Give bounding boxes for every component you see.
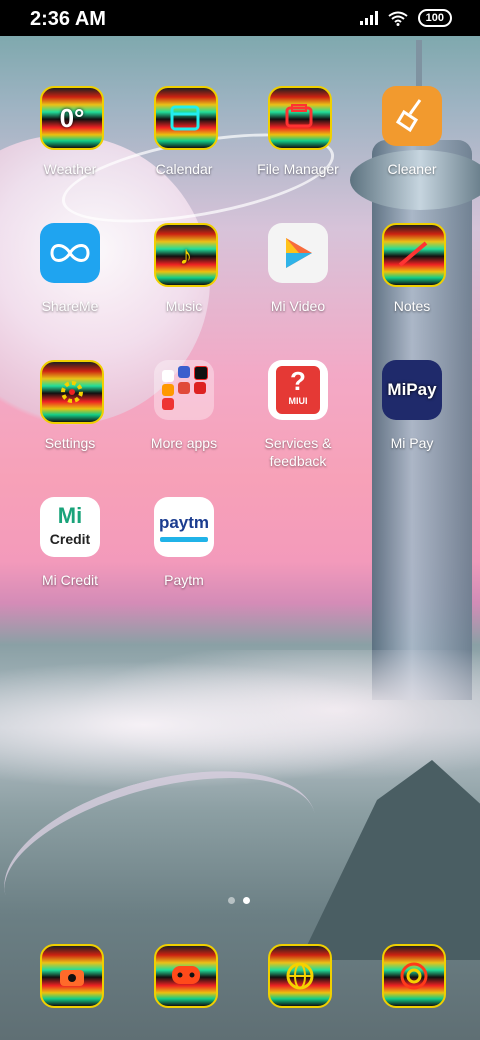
- app-label: Settings: [44, 435, 96, 451]
- app-notes[interactable]: Notes: [352, 223, 472, 348]
- mini-app-icon: [162, 370, 174, 382]
- broom-icon: [382, 86, 442, 146]
- signal-icon: [359, 11, 378, 25]
- gear-icon: [40, 360, 104, 424]
- status-icons: 100: [359, 9, 452, 27]
- app-label: More apps: [150, 435, 218, 451]
- app-label: File Manager: [257, 161, 339, 177]
- app-music[interactable]: ♪ Music: [124, 223, 244, 348]
- app-weather[interactable]: 0° Weather: [10, 86, 130, 211]
- help-badge: ? MIUI: [276, 366, 320, 414]
- page-dot-2[interactable]: [243, 897, 250, 904]
- app-calendar[interactable]: Calendar: [124, 86, 244, 211]
- mi-credit-subtext: Credit: [49, 531, 91, 547]
- app-label: Mi Video: [270, 298, 326, 314]
- paytm-icon: paytm: [154, 497, 214, 557]
- app-file-manager[interactable]: File Manager: [238, 86, 358, 211]
- dock-phone[interactable]: [10, 944, 130, 1040]
- mipay-text: MiPay: [387, 380, 437, 399]
- phone-icon: [40, 944, 104, 1008]
- paytm-logo: paytm: [158, 513, 210, 532]
- weather-temp: 0°: [59, 102, 85, 133]
- messages-icon: [154, 944, 218, 1008]
- app-label: Music: [165, 298, 203, 314]
- dock-messages[interactable]: [124, 944, 244, 1040]
- app-label: Mi Pay: [390, 435, 434, 451]
- battery-icon: 100: [417, 9, 452, 27]
- app-more-apps[interactable]: More apps: [124, 360, 244, 485]
- app-label: Notes: [393, 298, 431, 314]
- clock: 2:36 AM: [30, 8, 106, 30]
- infinity-icon: [40, 223, 100, 283]
- dock-camera[interactable]: [352, 944, 472, 1040]
- app-services-feedback[interactable]: ? MIUI Services & feedback: [238, 360, 358, 485]
- play-icon: [268, 223, 328, 283]
- weather-icon: 0°: [40, 86, 104, 150]
- status-bar: 2:36 AM 100: [0, 0, 480, 36]
- paytm-stripe: [160, 537, 208, 542]
- dock-browser[interactable]: [238, 944, 358, 1040]
- mini-app-icon: [194, 366, 208, 380]
- app-settings[interactable]: Settings: [10, 360, 130, 485]
- app-mi-credit[interactable]: Mi Credit Mi Credit: [10, 497, 130, 622]
- page-dot-1[interactable]: [228, 897, 235, 904]
- mipay-icon: MiPay: [382, 360, 442, 420]
- app-mi-video[interactable]: Mi Video: [238, 223, 358, 348]
- app-label: ShareMe: [41, 298, 99, 314]
- file-manager-icon: [268, 86, 332, 150]
- app-mi-pay[interactable]: MiPay Mi Pay: [352, 360, 472, 485]
- mini-app-icon: [162, 384, 174, 396]
- miui-text: MIUI: [288, 396, 308, 406]
- app-label: Services & feedback: [264, 435, 332, 469]
- app-cleaner[interactable]: Cleaner: [352, 86, 472, 211]
- app-label: Cleaner: [387, 161, 437, 177]
- calendar-icon: [154, 86, 218, 150]
- mini-app-icon: [162, 398, 174, 410]
- app-label: Calendar: [155, 161, 213, 177]
- help-icon: ? MIUI: [268, 360, 328, 420]
- app-label: Paytm: [164, 572, 204, 588]
- mini-app-icon: [178, 366, 190, 378]
- mi-credit-icon: Mi Credit: [40, 497, 100, 557]
- home-screen: 2:36 AM 100 0° Weather Calendar File Man…: [0, 0, 480, 1040]
- app-paytm[interactable]: paytm Paytm: [124, 497, 244, 622]
- browser-icon: [268, 944, 332, 1008]
- music-note-icon: ♪: [154, 223, 218, 287]
- mini-app-icon: [178, 382, 190, 394]
- app-label: Weather: [43, 161, 97, 177]
- page-indicator: [228, 897, 250, 904]
- question-mark: ?: [290, 366, 306, 396]
- camera-icon: [382, 944, 446, 1008]
- app-label: Mi Credit: [41, 572, 98, 588]
- app-shareme[interactable]: ShareMe: [10, 223, 130, 348]
- folder-icon: [154, 360, 214, 420]
- music-glyph: ♪: [179, 239, 193, 270]
- mini-app-icon: [194, 382, 206, 394]
- mi-credit-logo: Mi: [57, 503, 83, 528]
- wifi-icon: [388, 11, 408, 26]
- pen-icon: [382, 223, 446, 287]
